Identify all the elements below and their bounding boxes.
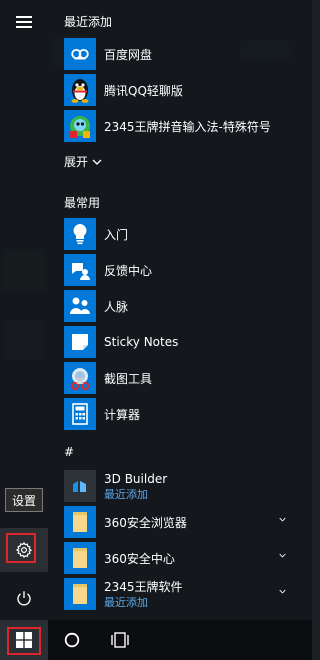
app-label: 入门 [104,227,129,242]
task-view-icon [111,632,129,648]
start-left-rail: 设置 [0,0,48,620]
expand-label: 展开 [64,155,89,169]
qq-penguin-icon [64,74,96,106]
chevron-down-icon[interactable] [279,552,286,559]
expand-recent-button[interactable]: 展开 [64,153,102,170]
recent-header: 最近添加 [64,15,113,29]
start-button[interactable] [0,620,48,660]
snipping-tool-icon [64,362,96,394]
3d-builder-icon [64,470,96,502]
frequent-header: 最常用 [64,196,101,210]
power-button[interactable] [0,576,48,620]
app-label: 反馈中心 [104,263,153,278]
folder-icon [64,542,96,574]
start-menu: 设置 最近添加 百度网盘 腾讯QQ轻聊版 2345王牌拼音输入法-特殊符号 展开… [0,0,312,620]
app-item-get-started[interactable]: 入门 [64,218,300,250]
calculator-icon [64,398,96,430]
people-icon [64,290,96,322]
new-badge-text: 最近添加 [104,595,148,609]
lightbulb-icon [64,218,96,250]
new-badge-text: 最近添加 [104,487,148,501]
app-label: 腾讯QQ轻聊版 [104,83,183,98]
chevron-down-icon[interactable] [279,516,286,523]
folder-label: 360安全中心 [104,551,175,566]
feedback-icon [64,254,96,286]
app-label: 人脉 [104,299,129,314]
menu-hamburger-icon[interactable] [12,10,36,34]
chevron-down-icon[interactable] [279,588,286,595]
settings-tooltip: 设置 [5,488,44,512]
sticky-note-icon [64,326,96,358]
app-label: 百度网盘 [104,47,153,62]
cortana-button[interactable] [62,630,82,650]
folder-item-360-browser[interactable]: 360安全浏览器 [64,506,300,538]
app-item-sticky-notes[interactable]: Sticky Notes [64,326,300,358]
app-item-baidu-netdisk[interactable]: 百度网盘 [64,38,300,70]
folder-icon [64,578,96,610]
app-item-qq[interactable]: 腾讯QQ轻聊版 [64,74,300,106]
app-label: Sticky Notes [104,335,179,349]
app-item-calculator[interactable]: 计算器 [64,398,300,430]
taskbar [0,620,312,660]
settings-highlight-box [6,533,36,563]
chevron-down-icon [92,159,102,165]
folder-item-360-center[interactable]: 360安全中心 [64,542,300,574]
app-item-2345-input[interactable]: 2345王牌拼音输入法-特殊符号 [64,110,300,142]
baidu-netdisk-icon [64,38,96,70]
input-method-icon [64,110,96,142]
task-view-button[interactable] [108,630,132,650]
app-label: 2345王牌拼音输入法-特殊符号 [104,119,271,134]
app-item-feedback-hub[interactable]: 反馈中心 [64,254,300,286]
app-item-people[interactable]: 人脉 [64,290,300,322]
app-item-snipping-tool[interactable]: 截图工具 [64,362,300,394]
folder-icon [64,506,96,538]
folder-label: 2345王牌软件 [104,579,183,594]
cortana-circle-icon [64,632,80,648]
alpha-header-hash[interactable]: # [64,445,74,459]
app-label: 3D Builder [104,471,168,486]
app-label: 截图工具 [104,371,153,386]
app-item-3d-builder[interactable]: 3D Builder 最近添加 [64,470,300,502]
start-highlight-box [7,627,41,655]
folder-label: 360安全浏览器 [104,515,187,530]
app-label: 计算器 [104,407,141,422]
power-icon [17,591,31,606]
folder-item-2345-software[interactable]: 2345王牌软件 最近添加 [64,578,300,610]
